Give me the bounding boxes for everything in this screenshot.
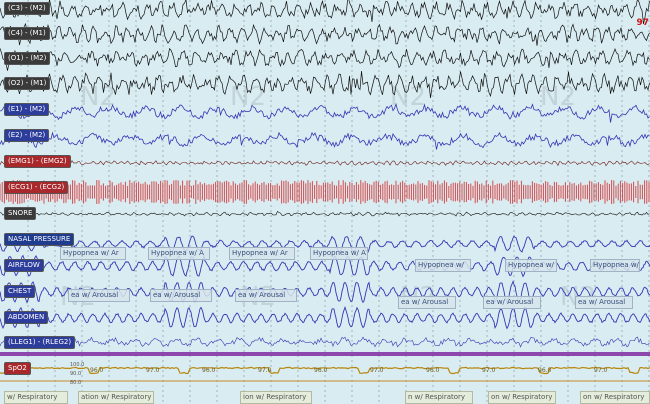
side-value: 97 [636,18,649,28]
channel-label-o1[interactable]: (O1) - (M2) [4,52,51,65]
spo2-value: 96.0 [426,367,440,374]
channel-label-emg[interactable]: (EMG1) - (EMG2) [4,155,71,168]
spo2-value: 97.0 [258,367,272,374]
spo2-value: 96.0 [538,367,552,374]
event-hypopnea-2[interactable]: Hypopnea w/ A [148,247,210,260]
polysomnography-viewer: N2N2N2N2N2N2N2N296.097.096.097.096.097.0… [0,0,650,404]
event-respiratory-5[interactable]: on w/ Respiratory [488,391,556,404]
channel-label-e2[interactable]: (E2) - (M2) [4,129,50,142]
channel-label-abdomen[interactable]: ABDOMEN [4,311,49,324]
channel-label-ecg[interactable]: (ECG1) - (ECG2) [4,181,69,194]
event-hypopnea-5[interactable]: Hypopnea w/ [415,259,471,272]
event-arousal-6[interactable]: ea w/ Arousal [575,296,633,309]
channel-label-leg[interactable]: (LLEG1) - (RLEG2) [4,336,76,349]
event-respiratory-2[interactable]: ation w/ Respiratory [78,391,154,404]
event-respiratory-1[interactable]: w/ Respiratory [4,391,68,404]
channel-label-e1[interactable]: (E1) - (M2) [4,103,50,116]
stage-watermark: N2 [80,82,116,112]
spo2-value: 96.0 [90,367,104,374]
spo2-scale-label: 80.0 [70,380,81,386]
event-hypopnea-3[interactable]: Hypopnea w/ Ar [229,247,295,260]
event-respiratory-4[interactable]: n w/ Respiratory [405,391,473,404]
event-arousal-5[interactable]: ea w/ Arousal [483,296,541,309]
eeg-trace-c4 [0,22,650,46]
channel-label-snore[interactable]: SNORE [4,207,37,220]
event-arousal-4[interactable]: ea w/ Arousal [398,296,456,309]
event-arousal-2[interactable]: ea w/ Arousal [150,289,212,302]
event-hypopnea-1[interactable]: Hypopnea w/ Ar [60,247,126,260]
event-hypopnea-7[interactable]: Hypopnea w/ [590,259,640,272]
channel-label-chest[interactable]: CHEST [4,285,36,298]
spo2-value: 97.0 [594,367,608,374]
waveform-canvas: N2N2N2N2N2N2N2N296.097.096.097.096.097.0… [0,0,650,404]
event-arousal-3[interactable]: ea w/ Arousal [235,289,297,302]
channel-label-airflow[interactable]: AIRFLOW [4,259,44,272]
channel-label-c4[interactable]: (C4) - (M1) [4,27,50,40]
purple-band [0,352,650,356]
channel-label-spo2[interactable]: SpO2 [4,362,31,375]
event-hypopnea-4[interactable]: Hypopnea w/ A [310,247,368,260]
spo2-scale-label: 100.0 [70,362,84,368]
spo2-value: 96.0 [314,367,328,374]
spo2-scale-label: 90.0 [70,371,81,377]
channel-label-c3[interactable]: (C3) - (M2) [4,2,50,15]
event-respiratory-3[interactable]: ion w/ Respiratory [240,391,312,404]
event-hypopnea-6[interactable]: Hypopnea w/ [505,259,557,272]
channel-label-nasal-pressure[interactable]: NASAL PRESSURE [4,233,75,246]
spo2-value: 97.0 [146,367,160,374]
spo2-value: 97.0 [370,367,384,374]
event-respiratory-6[interactable]: on w/ Respiratory [580,391,650,404]
spo2-value: 97.0 [482,367,496,374]
spo2-value: 96.0 [202,367,216,374]
event-arousal-1[interactable]: ea w/ Arousal [68,289,130,302]
channel-label-o2[interactable]: (O2) - (M1) [4,77,51,90]
